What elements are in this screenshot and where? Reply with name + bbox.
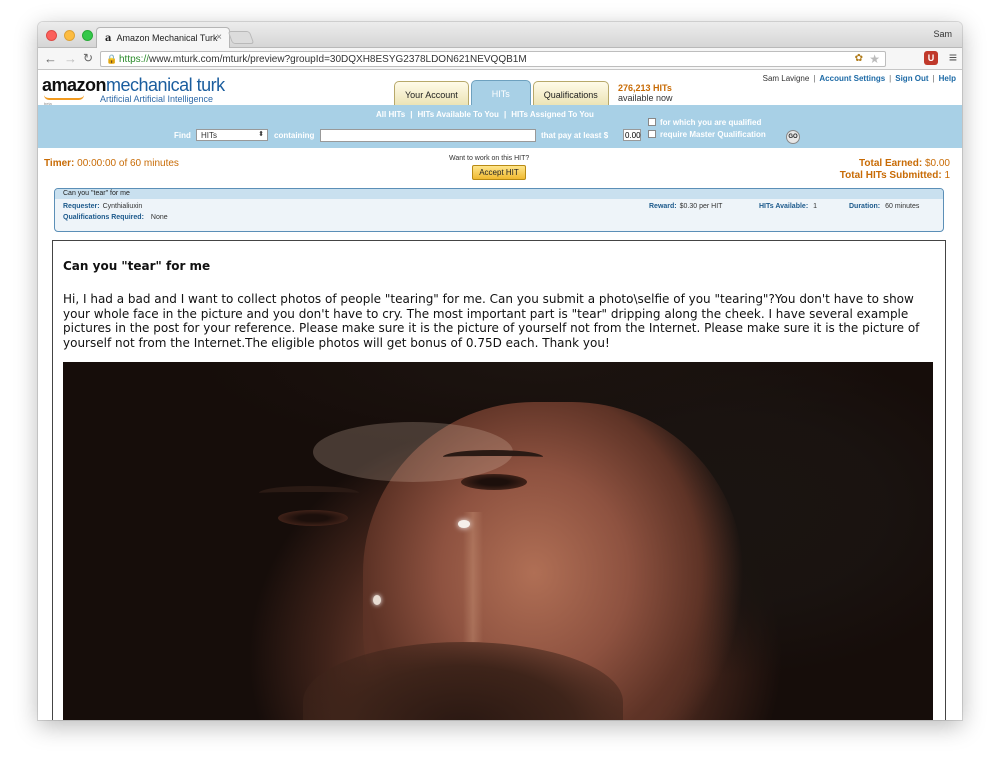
- tab-close-icon[interactable]: ×: [216, 32, 222, 43]
- tear-drop: [458, 520, 470, 528]
- hits-subnav: All HITs | HITs Available To You | HITs Assi…: [376, 110, 594, 119]
- duration-value: 60 minutes: [885, 203, 920, 210]
- url-text: www.mturk.com/mturk/preview?groupId=30DQ…: [149, 54, 527, 65]
- quals-label: Qualifications Required:: [63, 214, 144, 221]
- qualified-checkbox[interactable]: [648, 118, 656, 126]
- quals-value: None: [150, 214, 168, 221]
- address-bar[interactable]: 🔒 https://www.mturk.com/mturk/preview?gr…: [100, 51, 886, 67]
- want-to-work-text: Want to work on this HIT?: [449, 155, 530, 162]
- qualified-checkbox-row[interactable]: for which you are qualified: [648, 118, 761, 127]
- account-settings-link[interactable]: Account Settings: [819, 74, 885, 83]
- accept-hit-button[interactable]: Accept HIT: [472, 165, 526, 180]
- master-label: require Master Qualification: [660, 130, 766, 139]
- hits-available-count: 276,213 HITs available now: [618, 83, 673, 103]
- earnings-summary: Total Earned: $0.00 Total HITs Submitted…: [840, 158, 950, 182]
- page-content: amazonmechanical turk Artificial Artific…: [38, 70, 962, 720]
- min-pay-input[interactable]: 0.00: [623, 129, 641, 141]
- signed-in-user: Sam Lavigne: [762, 74, 810, 83]
- help-link[interactable]: Help: [939, 74, 956, 83]
- timer-label: Timer:: [44, 158, 75, 169]
- logo-amazon-text: amazon: [42, 75, 107, 95]
- available-label: HITs Available:: [759, 203, 809, 210]
- lock-icon: 🔒: [106, 54, 118, 64]
- sign-out-link[interactable]: Sign Out: [895, 74, 928, 83]
- tab-title: Amazon Mechanical Turk: [116, 33, 218, 43]
- master-checkbox[interactable]: [648, 130, 656, 138]
- window-controls: [46, 30, 93, 41]
- containing-label: containing: [274, 131, 315, 140]
- total-submitted-label: Total HITs Submitted:: [839, 170, 942, 181]
- total-earned-label: Total Earned:: [859, 158, 923, 169]
- go-button[interactable]: GO: [786, 130, 800, 144]
- subnav-hits-assigned[interactable]: HITs Assigned To You: [511, 110, 594, 119]
- hits-count-label: available now: [618, 93, 673, 103]
- find-label: Find: [174, 131, 191, 140]
- search-bar: All HITs | HITs Available To You | HITs Assi…: [38, 105, 962, 148]
- hit-info-box: Can you "tear" for me Requester: Cynthial…: [54, 188, 944, 232]
- hit-description: Hi, I had a bad and I want to collect ph…: [63, 292, 920, 350]
- browser-window: a Amazon Mechanical Turk × Sam ← → ↻ 🔒 h…: [38, 22, 962, 720]
- cookie-extension-icon[interactable]: ✿: [855, 53, 863, 64]
- zoom-window-button[interactable]: [82, 30, 93, 41]
- logo-mturk-text: mechanical turk: [106, 75, 225, 95]
- requester-row: Requester: Cynthialiuxin: [63, 203, 142, 210]
- find-select[interactable]: HITs ⬍: [196, 129, 268, 141]
- reward-value: $0.30 per HIT: [679, 203, 723, 210]
- pay-label: that pay at least $: [541, 131, 609, 140]
- duration-label: Duration:: [849, 203, 881, 210]
- bookmark-star-icon[interactable]: ★: [869, 52, 880, 66]
- amazon-smile-icon: [44, 95, 84, 100]
- search-keywords-input[interactable]: [320, 129, 536, 142]
- total-submitted-value: 1: [944, 170, 950, 181]
- hit-info-title: Can you "tear" for me: [55, 189, 943, 199]
- new-tab-button[interactable]: [227, 31, 255, 44]
- available-value: 1: [813, 203, 818, 210]
- reward-label: Reward:: [649, 203, 677, 210]
- back-arrow-icon[interactable]: ←: [44, 51, 57, 66]
- reward-row: Reward: $0.30 per HIT: [649, 203, 722, 210]
- forward-arrow-icon[interactable]: →: [64, 51, 77, 66]
- master-checkbox-row[interactable]: require Master Qualification: [648, 130, 766, 139]
- duration-row: Duration: 60 minutes: [849, 203, 919, 210]
- browser-toolbar: ← → ↻ 🔒 https://www.mturk.com/mturk/prev…: [38, 48, 962, 70]
- select-arrows-icon: ⬍: [258, 131, 264, 138]
- shield-extension-icon[interactable]: U: [924, 51, 938, 65]
- requester-value[interactable]: Cynthialiuxin: [103, 203, 143, 210]
- tab-hits[interactable]: HITs: [470, 80, 531, 105]
- requester-label: Requester:: [63, 203, 100, 210]
- main-tabs: Your Account HITs Qualifications: [394, 80, 609, 105]
- timer-value: 00:00:00 of 60 minutes: [77, 158, 179, 169]
- subnav-all-hits[interactable]: All HITs: [376, 110, 405, 119]
- url-scheme: https://: [119, 54, 150, 65]
- mturk-logo[interactable]: amazonmechanical turk Artificial Artific…: [42, 75, 225, 106]
- find-select-value: HITs: [201, 131, 217, 140]
- tear-drop: [373, 595, 381, 605]
- available-row: HITs Available: 1: [759, 203, 817, 210]
- quals-row: Qualifications Required: None: [63, 214, 168, 221]
- tab-your-account[interactable]: Your Account: [394, 81, 469, 105]
- user-links: Sam Lavigne | Account Settings | Sign Out | He…: [762, 74, 956, 83]
- logo-subtitle: Artificial Artificial Intelligence: [100, 94, 214, 104]
- tab-qualifications[interactable]: Qualifications: [532, 81, 609, 105]
- hits-count-number: 276,213 HITs: [618, 83, 672, 93]
- amazon-favicon-icon: a: [105, 33, 112, 44]
- browser-tab[interactable]: a Amazon Mechanical Turk ×: [96, 27, 230, 48]
- hit-timer: Timer: 00:00:00 of 60 minutes: [44, 158, 179, 169]
- qualified-label: for which you are qualified: [660, 118, 762, 127]
- subnav-hits-available[interactable]: HITs Available To You: [417, 110, 499, 119]
- menu-hamburger-icon[interactable]: ≡: [949, 49, 957, 65]
- example-photo: [63, 362, 933, 720]
- minimize-window-button[interactable]: [64, 30, 75, 41]
- hit-content-frame: Can you "tear" for me Hi, I had a bad an…: [52, 240, 946, 720]
- close-window-button[interactable]: [46, 30, 57, 41]
- total-earned-value: $0.00: [924, 158, 950, 169]
- reload-icon[interactable]: ↻: [83, 51, 93, 65]
- hit-heading: Can you "tear" for me: [63, 259, 211, 273]
- title-bar: a Amazon Mechanical Turk × Sam: [38, 22, 962, 48]
- profile-name[interactable]: Sam: [933, 29, 952, 39]
